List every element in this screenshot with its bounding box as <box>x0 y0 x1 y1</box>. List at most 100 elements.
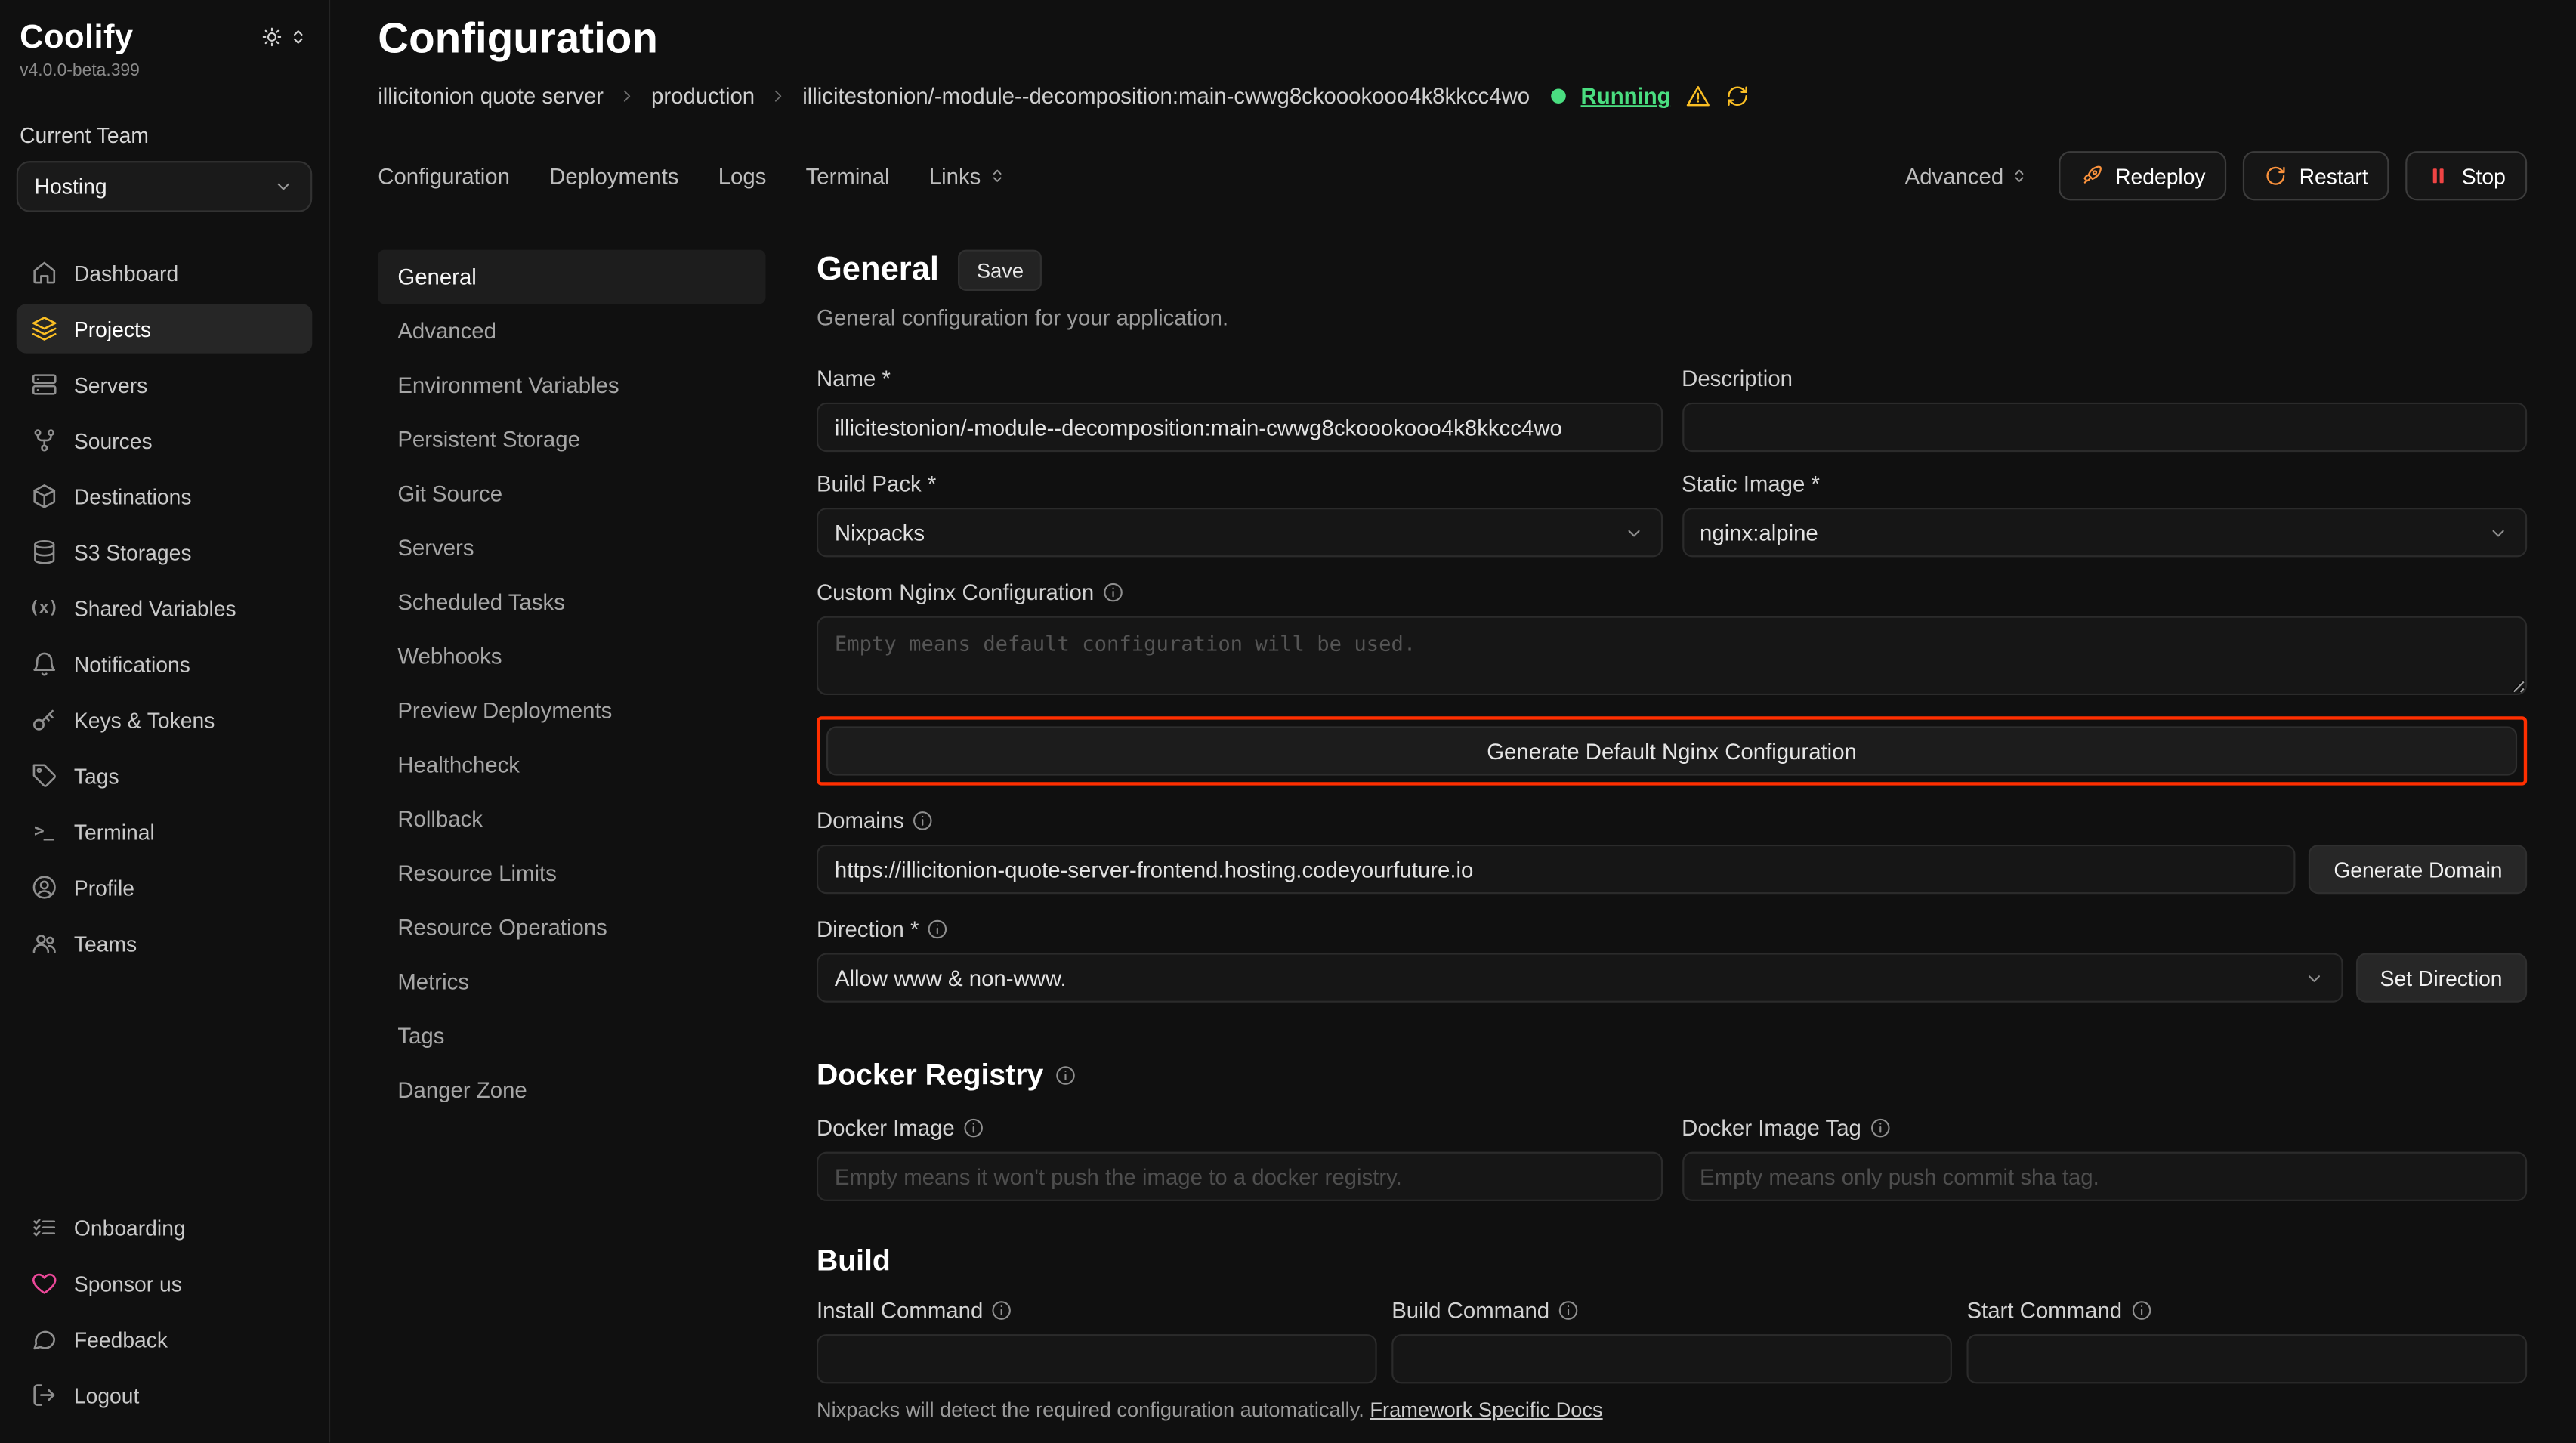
nginx-config-textarea[interactable] <box>817 616 2527 695</box>
info-icon <box>1102 582 1123 603</box>
subnav-item-webhooks[interactable]: Webhooks <box>378 629 765 684</box>
static-image-select[interactable]: nginx:alpine <box>1682 508 2527 557</box>
subnav-item-advanced[interactable]: Advanced <box>378 304 765 358</box>
sidebar-item-label: Keys & Tokens <box>74 707 215 732</box>
sidebar-item-logout[interactable]: Logout <box>17 1370 313 1420</box>
tab-deployments[interactable]: Deployments <box>549 163 678 188</box>
tab-logs[interactable]: Logs <box>718 163 767 188</box>
sidebar-item-shared-variables[interactable]: (x) Shared Variables <box>17 583 313 632</box>
sidebar-item-keys-tokens[interactable]: Keys & Tokens <box>17 695 313 744</box>
theme-toggle[interactable] <box>261 26 309 48</box>
sidebar-item-onboarding[interactable]: Onboarding <box>17 1203 313 1252</box>
build-pack-label: Build Pack * <box>817 471 936 496</box>
sidebar-item-sponsor[interactable]: Sponsor us <box>17 1259 313 1308</box>
sidebar-item-notifications[interactable]: Notifications <box>17 639 313 688</box>
info-icon <box>2130 1299 2151 1321</box>
field-description: Description <box>1682 366 2527 452</box>
subnav-item-general[interactable]: General <box>378 250 765 304</box>
chevron-updown-icon <box>2010 166 2030 186</box>
start-command-input[interactable] <box>1966 1334 2527 1383</box>
name-input[interactable] <box>817 403 1662 452</box>
framework-docs-link[interactable]: Framework Specific Docs <box>1370 1398 1602 1421</box>
status-link[interactable]: Running <box>1581 84 1671 109</box>
subnav-item-metrics[interactable]: Metrics <box>378 955 765 1009</box>
home-icon <box>29 259 57 287</box>
subnav-item-healthcheck[interactable]: Healthcheck <box>378 738 765 793</box>
layers-icon <box>29 315 57 343</box>
build-command-input[interactable] <box>1391 1334 1952 1383</box>
direction-select[interactable]: Allow www & non-www. <box>817 953 2343 1003</box>
sidebar-item-dashboard[interactable]: Dashboard <box>17 248 313 297</box>
subnav-item-danger-zone[interactable]: Danger Zone <box>378 1063 765 1117</box>
subnav-item-preview-deployments[interactable]: Preview Deployments <box>378 684 765 738</box>
subnav-item-git-source[interactable]: Git Source <box>378 467 765 521</box>
breadcrumb-environment[interactable]: production <box>651 84 755 109</box>
subnav-item-scheduled-tasks[interactable]: Scheduled Tasks <box>378 575 765 629</box>
sidebar-item-label: Sources <box>74 428 153 453</box>
sidebar-item-s3-storages[interactable]: S3 Storages <box>17 527 313 576</box>
subnav-item-rollback[interactable]: Rollback <box>378 792 765 846</box>
chevron-right-icon <box>619 87 637 105</box>
start-command-label: Start Command <box>1966 1298 2122 1323</box>
team-select[interactable]: Hosting <box>17 161 313 212</box>
configuration-content: General Advanced Environment Variables P… <box>378 250 2527 1443</box>
annotation-highlight: Generate Default Nginx Configuration <box>817 716 2527 785</box>
stop-button[interactable]: Stop <box>2406 151 2527 200</box>
tab-links[interactable]: Links <box>929 163 1007 188</box>
breadcrumb-application[interactable]: illicitestonion/-module--decomposition:m… <box>802 84 1530 109</box>
build-pack-select[interactable]: Nixpacks <box>817 508 1662 557</box>
sidebar-item-terminal[interactable]: >_ Terminal <box>17 807 313 856</box>
sidebar-item-label: Projects <box>74 317 151 341</box>
field-name: Name * <box>817 366 1662 452</box>
name-label: Name * <box>817 366 891 391</box>
subnav-item-environment-variables[interactable]: Environment Variables <box>378 358 765 413</box>
section-subtitle: General configuration for your applicati… <box>817 306 2527 331</box>
sun-icon <box>261 26 283 48</box>
subnav-item-resource-operations[interactable]: Resource Operations <box>378 901 765 955</box>
subnav-item-servers[interactable]: Servers <box>378 521 765 575</box>
sidebar-item-destinations[interactable]: Destinations <box>17 471 313 521</box>
chevron-down-icon <box>2303 967 2324 988</box>
sidebar-item-tags[interactable]: Tags <box>17 751 313 800</box>
generate-default-nginx-config-button[interactable]: Generate Default Nginx Configuration <box>826 726 2517 775</box>
build-command-label: Build Command <box>1391 1298 1549 1323</box>
sidebar-item-teams[interactable]: Teams <box>17 919 313 968</box>
sidebar-item-servers[interactable]: Servers <box>17 360 313 409</box>
sidebar-item-label: Tags <box>74 763 119 788</box>
sidebar-item-label: S3 Storages <box>74 539 192 564</box>
sidebar-item-label: Feedback <box>74 1327 168 1352</box>
variables-icon: (x) <box>29 594 57 622</box>
domains-input[interactable] <box>817 845 2296 894</box>
breadcrumb-project[interactable]: illicitonion quote server <box>378 84 604 109</box>
section-heading-general: General <box>817 252 939 289</box>
generate-domain-button[interactable]: Generate Domain <box>2309 845 2527 894</box>
heart-icon <box>29 1269 57 1297</box>
save-button[interactable]: Save <box>959 250 1042 291</box>
database-icon <box>29 538 57 566</box>
redeploy-button[interactable]: Redeploy <box>2059 151 2227 200</box>
refresh-icon[interactable] <box>1725 84 1750 109</box>
subnav-item-persistent-storage[interactable]: Persistent Storage <box>378 413 765 467</box>
subnav-item-tags[interactable]: Tags <box>378 1009 765 1063</box>
sidebar-item-feedback[interactable]: Feedback <box>17 1315 313 1364</box>
sidebar-item-sources[interactable]: Sources <box>17 416 313 465</box>
sidebar-item-profile[interactable]: Profile <box>17 863 313 912</box>
warning-icon[interactable] <box>1685 84 1710 109</box>
tab-configuration[interactable]: Configuration <box>378 163 510 188</box>
install-command-input[interactable] <box>817 1334 1377 1383</box>
server-icon <box>29 370 57 398</box>
tab-terminal[interactable]: Terminal <box>806 163 890 188</box>
subnav-item-resource-limits[interactable]: Resource Limits <box>378 846 765 901</box>
restart-button[interactable]: Restart <box>2244 151 2389 200</box>
docker-image-input[interactable] <box>817 1152 1662 1201</box>
advanced-menu[interactable]: Advanced <box>1905 163 2030 188</box>
build-pack-value: Nixpacks <box>835 520 925 545</box>
set-direction-button[interactable]: Set Direction <box>2355 953 2527 1003</box>
key-icon <box>29 706 57 734</box>
sidebar-item-projects[interactable]: Projects <box>17 304 313 353</box>
main-content: Configuration illicitonion quote server … <box>330 0 2576 1443</box>
sidebar: Coolify v4.0.0-beta.399 Current Team Hos… <box>0 0 330 1443</box>
description-input[interactable] <box>1682 403 2527 452</box>
restart-label: Restart <box>2300 163 2368 188</box>
docker-image-tag-input[interactable] <box>1682 1152 2527 1201</box>
